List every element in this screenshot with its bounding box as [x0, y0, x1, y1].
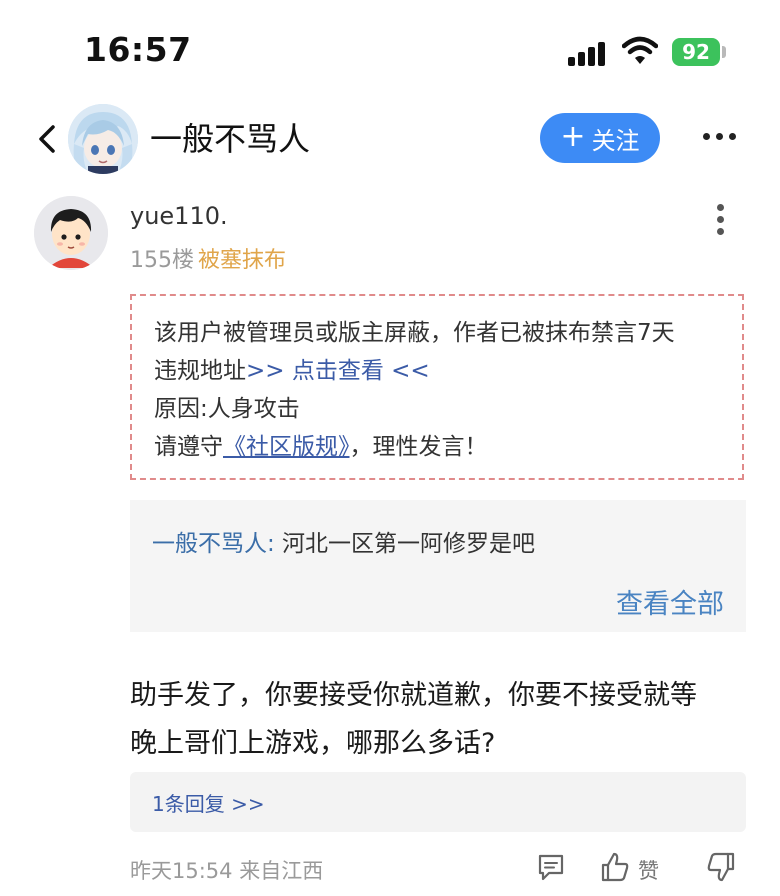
- back-icon[interactable]: [36, 124, 58, 154]
- moderation-notice: 该用户被管理员或版主屏蔽，作者已被抹布禁言7天 违规地址>> 点击查看 << 原…: [130, 294, 744, 480]
- comment-icon[interactable]: [536, 852, 566, 882]
- dislike-icon[interactable]: [706, 851, 736, 883]
- floor-line: 155楼 被塞抹布: [130, 242, 286, 274]
- page-title: 一般不骂人: [150, 120, 311, 158]
- notice-line-4: 请遵守《社区版规》，理性发言！: [154, 428, 742, 466]
- follow-label: 关注: [591, 126, 640, 155]
- post-meta: 昨天15:54 来自江西: [130, 859, 324, 883]
- like-label[interactable]: 赞: [638, 855, 659, 885]
- avatar[interactable]: [34, 196, 108, 270]
- post-menu-icon[interactable]: [716, 204, 726, 236]
- notice-line-3: 原因:人身攻击: [154, 396, 300, 422]
- follow-button[interactable]: + 关注: [540, 113, 660, 163]
- status-bar: 16:57 92: [0, 0, 780, 100]
- notice-line-1: 该用户被管理员或版主屏蔽，作者已被抹布禁言7天: [154, 320, 675, 346]
- quote-line: 一般不骂人: 河北一区第一阿修罗是吧: [152, 524, 535, 558]
- notice-rules-suffix: ，理性发言！: [349, 434, 488, 460]
- view-all-link[interactable]: 查看全部: [616, 582, 724, 621]
- quoted-reply[interactable]: 一般不骂人: 河北一区第一阿修罗是吧 查看全部: [130, 500, 746, 632]
- post-body-line-1: 助手发了，你要接受你就道歉，你要不接受就等: [130, 680, 697, 711]
- battery-level: 92: [682, 40, 710, 64]
- like-icon[interactable]: [600, 851, 630, 883]
- header-avatar[interactable]: [68, 104, 138, 174]
- reply-count-button[interactable]: 1条回复 >>: [130, 772, 746, 832]
- post-body: 助手发了，你要接受你就道歉，你要不接受就等 晚上哥们上游戏，哪那么多话?: [130, 672, 760, 768]
- wifi-icon: [622, 36, 658, 64]
- notice-line-2: 违规地址>> 点击查看 <<: [154, 352, 742, 390]
- view-violation-link[interactable]: >> 点击查看 <<: [246, 358, 430, 384]
- cartoon-avatar-image: [34, 196, 108, 270]
- plus-icon: +: [560, 118, 586, 154]
- notice-rules-prefix: 请遵守: [154, 434, 223, 460]
- status-time: 16:57: [84, 30, 192, 69]
- user-tag: 被塞抹布: [198, 248, 287, 273]
- post-body-line-2: 晚上哥们上游戏，哪那么多话?: [130, 728, 496, 759]
- more-icon[interactable]: [703, 130, 737, 142]
- battery-icon: 92: [672, 38, 720, 66]
- floor-number: 155楼: [130, 248, 194, 273]
- community-rules-link[interactable]: 《社区版规》: [223, 434, 350, 460]
- reply-count-label: 1条回复 >>: [152, 791, 265, 816]
- username[interactable]: yue110.: [130, 202, 228, 230]
- quote-author[interactable]: 一般不骂人:: [152, 531, 275, 557]
- signal-icon: [568, 40, 612, 66]
- quote-text: 河北一区第一阿修罗是吧: [274, 531, 536, 557]
- anime-avatar-image: [68, 104, 138, 174]
- battery-nub: [722, 46, 726, 58]
- notice-address-label: 违规地址: [154, 358, 246, 384]
